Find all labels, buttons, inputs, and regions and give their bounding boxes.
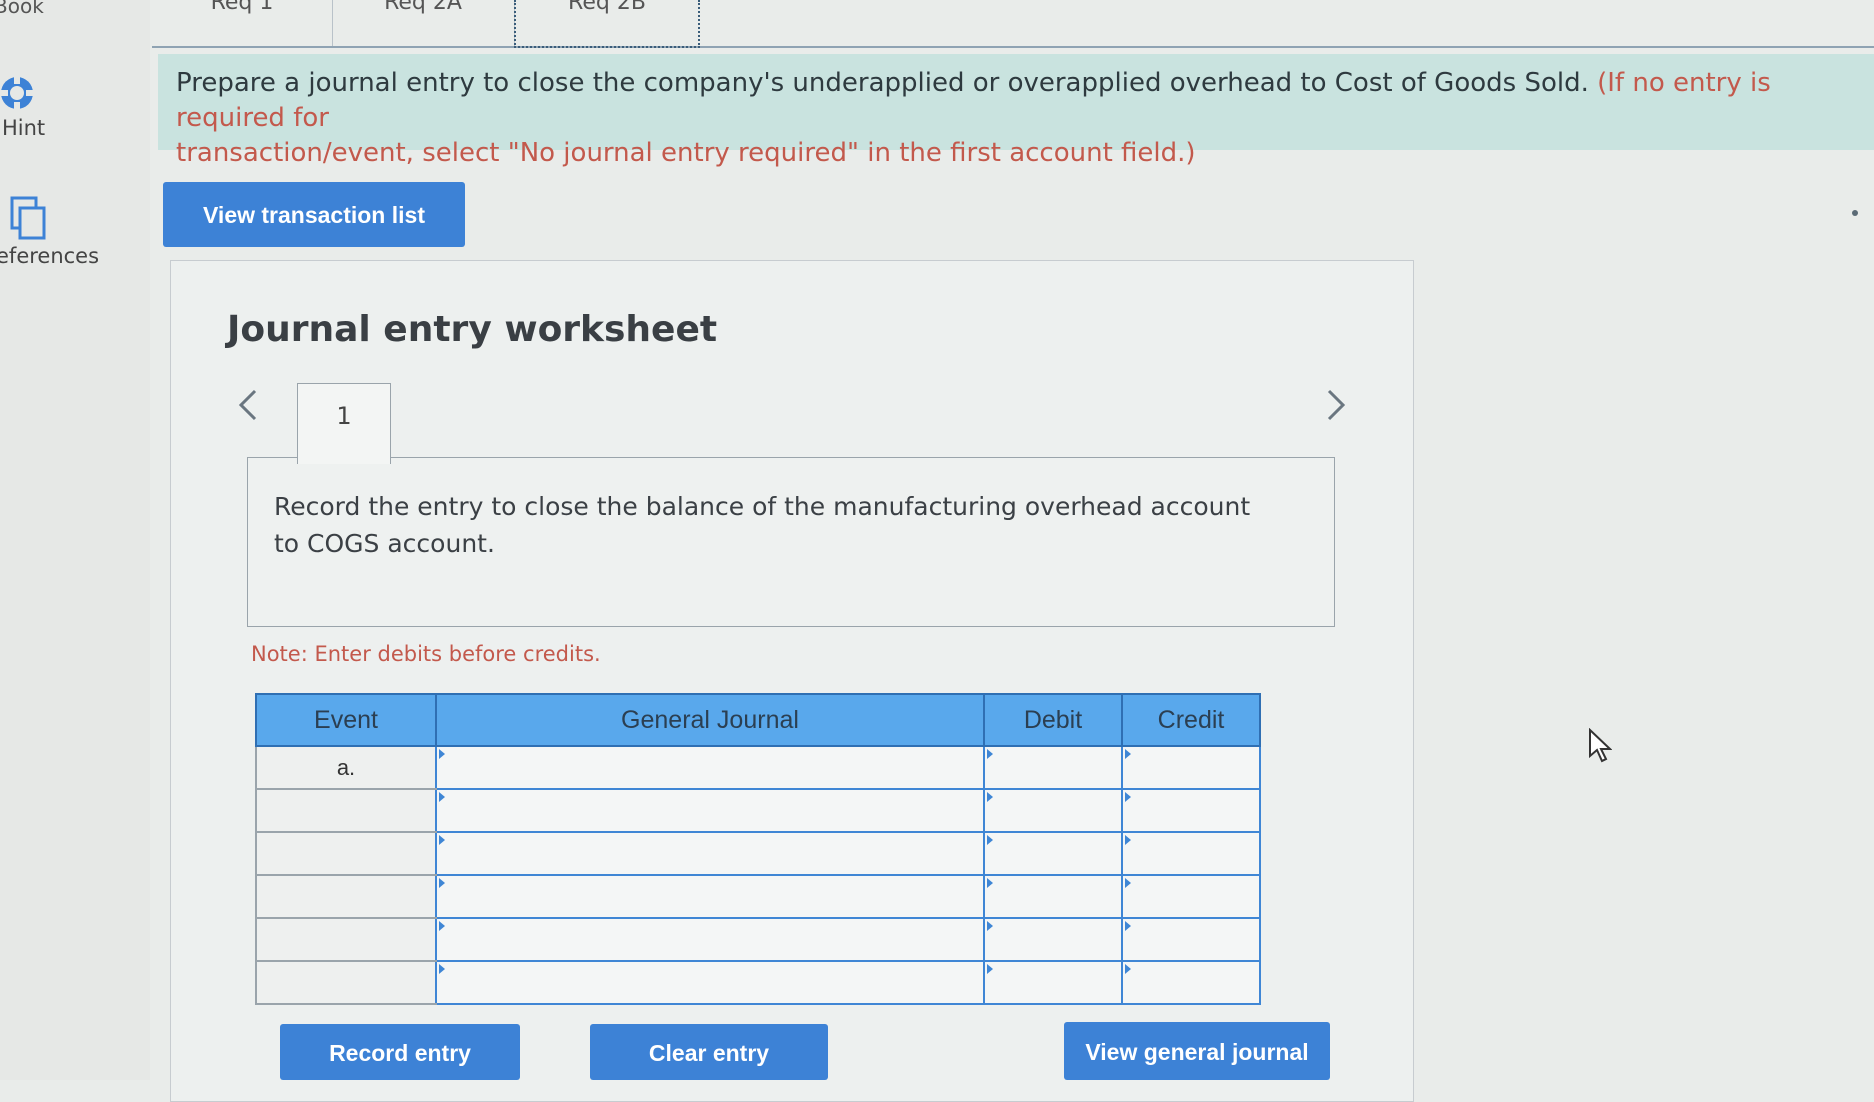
account-select[interactable] [435, 874, 985, 919]
input-marker-icon [1125, 749, 1131, 759]
debit-input[interactable] [983, 788, 1123, 833]
chevron-right-icon[interactable] [1325, 387, 1347, 423]
instruction-paren-2: transaction/event, select "No journal en… [176, 138, 1196, 168]
event-cell [255, 917, 437, 962]
input-marker-icon [1125, 964, 1131, 974]
dropdown-marker-icon [439, 835, 445, 845]
instruction-text: Prepare a journal entry to close the com… [176, 68, 1589, 98]
sidebar-hint-label: Hint [2, 116, 46, 140]
account-select[interactable] [435, 831, 985, 876]
debits-note: Note: Enter debits before credits. [251, 642, 601, 666]
worksheet-title: Journal entry worksheet [227, 309, 718, 350]
instruction-banner: Prepare a journal entry to close the com… [158, 54, 1874, 168]
table-row [255, 874, 1261, 919]
requirement-tabs: Req 1 Req 2A Req 2B [152, 0, 1874, 48]
input-marker-icon [1125, 792, 1131, 802]
input-marker-icon [987, 835, 993, 845]
dropdown-marker-icon [439, 878, 445, 888]
event-cell: a. [255, 745, 437, 790]
header-general-journal: General Journal [435, 693, 985, 747]
input-marker-icon [987, 878, 993, 888]
dropdown-marker-icon [439, 921, 445, 931]
journal-table: Event General Journal Debit Credit a. [255, 693, 1261, 1005]
view-transaction-list-button[interactable]: View transaction list [163, 182, 465, 247]
chevron-left-icon[interactable] [237, 387, 259, 423]
header-debit: Debit [983, 693, 1123, 747]
event-cell [255, 874, 437, 919]
debit-input[interactable] [983, 917, 1123, 962]
debit-input[interactable] [983, 874, 1123, 919]
input-marker-icon [987, 921, 993, 931]
tab-req-1[interactable]: Req 1 [152, 0, 333, 46]
debit-input[interactable] [983, 960, 1123, 1005]
table-header-row: Event General Journal Debit Credit [255, 693, 1261, 747]
credit-input[interactable] [1121, 831, 1261, 876]
clear-entry-button[interactable]: Clear entry [590, 1024, 828, 1080]
left-sidebar: Book Hint eferences [0, 0, 150, 1080]
event-cell [255, 960, 437, 1005]
table-row [255, 788, 1261, 833]
table-row: a. [255, 745, 1261, 790]
input-marker-icon [1125, 878, 1131, 888]
credit-input[interactable] [1121, 917, 1261, 962]
record-entry-button[interactable]: Record entry [280, 1024, 520, 1080]
copy-pages-icon[interactable] [8, 196, 48, 242]
credit-input[interactable] [1121, 874, 1261, 919]
table-row [255, 917, 1261, 962]
account-select[interactable] [435, 960, 985, 1005]
input-marker-icon [987, 749, 993, 759]
debit-input[interactable] [983, 745, 1123, 790]
dropdown-marker-icon [439, 964, 445, 974]
view-general-journal-button[interactable]: View general journal [1064, 1022, 1330, 1080]
journal-entry-worksheet: Journal entry worksheet 1 Record the ent… [170, 260, 1414, 1102]
table-row [255, 831, 1261, 876]
credit-input[interactable] [1121, 745, 1261, 790]
worksheet-page-tab[interactable]: 1 [297, 383, 391, 464]
credit-input[interactable] [1121, 788, 1261, 833]
credit-input[interactable] [1121, 960, 1261, 1005]
entry-description-line2: to COGS account. [274, 529, 495, 558]
lifebuoy-icon[interactable] [0, 74, 38, 112]
input-marker-icon [987, 792, 993, 802]
header-credit: Credit [1121, 693, 1261, 747]
table-row [255, 960, 1261, 1005]
dropdown-marker-icon [439, 749, 445, 759]
input-marker-icon [987, 964, 993, 974]
entry-description: Record the entry to close the balance of… [247, 457, 1335, 627]
mouse-cursor-icon [1589, 728, 1612, 763]
header-event: Event [255, 693, 437, 747]
dropdown-marker-icon [439, 792, 445, 802]
input-marker-icon [1125, 921, 1131, 931]
entry-description-line1: Record the entry to close the balance of… [274, 492, 1251, 521]
tab-req-2a[interactable]: Req 2A [332, 0, 515, 46]
debit-input[interactable] [983, 831, 1123, 876]
event-cell [255, 788, 437, 833]
tab-req-2b[interactable]: Req 2B [514, 0, 700, 48]
account-select[interactable] [435, 745, 985, 790]
account-select[interactable] [435, 917, 985, 962]
sidebar-book-label[interactable]: Book [0, 0, 44, 18]
account-select[interactable] [435, 788, 985, 833]
event-cell [255, 831, 437, 876]
input-marker-icon [1125, 835, 1131, 845]
dot-marker [1852, 210, 1858, 216]
sidebar-references-label: eferences [0, 244, 100, 268]
